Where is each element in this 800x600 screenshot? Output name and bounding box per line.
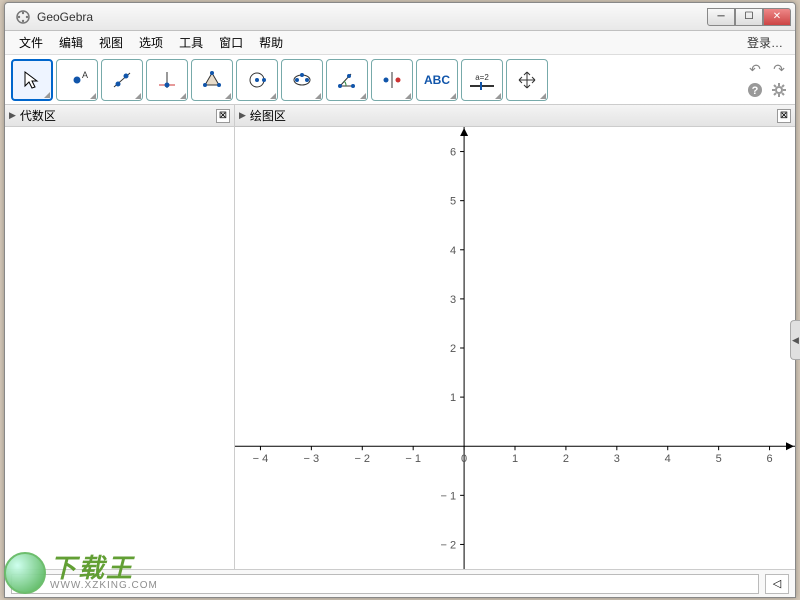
svg-text:2: 2 <box>450 343 456 355</box>
menu-tools[interactable]: 工具 <box>171 31 211 54</box>
algebra-body[interactable] <box>5 127 234 569</box>
app-logo-icon <box>15 9 31 25</box>
login-button[interactable]: 登录… <box>741 31 789 54</box>
graphics-canvas[interactable]: − 4 − 3 − 2 − 1 0 1 2 3 4 5 6 − 2 − 1 1 2 3 4 5 6 <box>235 127 795 569</box>
command-input[interactable] <box>11 574 759 594</box>
move-graphics-tool[interactable] <box>506 59 548 101</box>
svg-text:2: 2 <box>563 453 569 465</box>
graphics-title: 绘图区 <box>250 107 777 124</box>
menu-options[interactable]: 选项 <box>131 31 171 54</box>
svg-text:− 1: − 1 <box>405 453 421 465</box>
svg-text:1: 1 <box>512 453 518 465</box>
help-icon[interactable]: ? <box>745 81 765 99</box>
move-tool[interactable] <box>11 59 53 101</box>
svg-text:3: 3 <box>450 294 456 306</box>
svg-text:0: 0 <box>461 453 467 465</box>
polygon-tool[interactable] <box>191 59 233 101</box>
svg-text:4: 4 <box>665 453 671 465</box>
point-tool[interactable]: A <box>56 59 98 101</box>
toolbar: A ABC a=2 ↶ ↷ ? <box>5 55 795 105</box>
algebra-panel: ▶ 代数区 ⊠ <box>5 105 235 569</box>
menu-view[interactable]: 视图 <box>91 31 131 54</box>
redo-button[interactable]: ↷ <box>769 61 789 79</box>
reflect-tool[interactable] <box>371 59 413 101</box>
minimize-button[interactable]: ─ <box>707 8 735 26</box>
svg-text:− 3: − 3 <box>304 453 320 465</box>
perpendicular-tool[interactable] <box>146 59 188 101</box>
graphics-close-button[interactable]: ⊠ <box>777 109 791 123</box>
text-tool[interactable]: ABC <box>416 59 458 101</box>
close-button[interactable]: ✕ <box>763 8 791 26</box>
svg-text:A: A <box>82 70 88 80</box>
input-help-button[interactable]: ◁ <box>765 574 789 594</box>
graphics-collapse-icon[interactable]: ▶ <box>239 110 246 121</box>
svg-text:3: 3 <box>614 453 620 465</box>
input-bar: ◁ <box>5 569 795 597</box>
svg-text:5: 5 <box>450 196 456 208</box>
algebra-collapse-icon[interactable]: ▶ <box>9 110 16 121</box>
window-title: GeoGebra <box>37 10 707 24</box>
algebra-close-button[interactable]: ⊠ <box>216 109 230 123</box>
svg-text:1: 1 <box>450 392 456 404</box>
menu-help[interactable]: 帮助 <box>251 31 291 54</box>
svg-text:?: ? <box>752 85 759 97</box>
menu-window[interactable]: 窗口 <box>211 31 251 54</box>
svg-text:5: 5 <box>716 453 722 465</box>
titlebar: GeoGebra ─ ☐ ✕ <box>5 3 795 31</box>
svg-text:6: 6 <box>450 147 456 159</box>
side-panel-handle[interactable]: ◀ <box>790 320 800 360</box>
svg-text:− 1: − 1 <box>440 490 456 502</box>
menu-edit[interactable]: 编辑 <box>51 31 91 54</box>
settings-icon[interactable] <box>769 81 789 99</box>
menubar: 文件 编辑 视图 选项 工具 窗口 帮助 登录… <box>5 31 795 55</box>
maximize-button[interactable]: ☐ <box>735 8 763 26</box>
algebra-title: 代数区 <box>20 107 216 124</box>
slider-tool[interactable]: a=2 <box>461 59 503 101</box>
circle-tool[interactable] <box>236 59 278 101</box>
line-tool[interactable] <box>101 59 143 101</box>
ellipse-tool[interactable] <box>281 59 323 101</box>
svg-text:6: 6 <box>766 453 772 465</box>
menu-file[interactable]: 文件 <box>11 31 51 54</box>
svg-text:− 2: − 2 <box>440 539 456 551</box>
svg-text:− 2: − 2 <box>354 453 370 465</box>
angle-tool[interactable] <box>326 59 368 101</box>
graphics-panel: ▶ 绘图区 ⊠ − 4 − 3 − 2 − 1 0 1 2 3 4 5 6 − 2 − 1 1 2 3 4 5 6 <box>235 105 795 569</box>
undo-button[interactable]: ↶ <box>745 61 765 79</box>
svg-text:− 4: − 4 <box>253 453 269 465</box>
svg-text:4: 4 <box>450 245 456 257</box>
